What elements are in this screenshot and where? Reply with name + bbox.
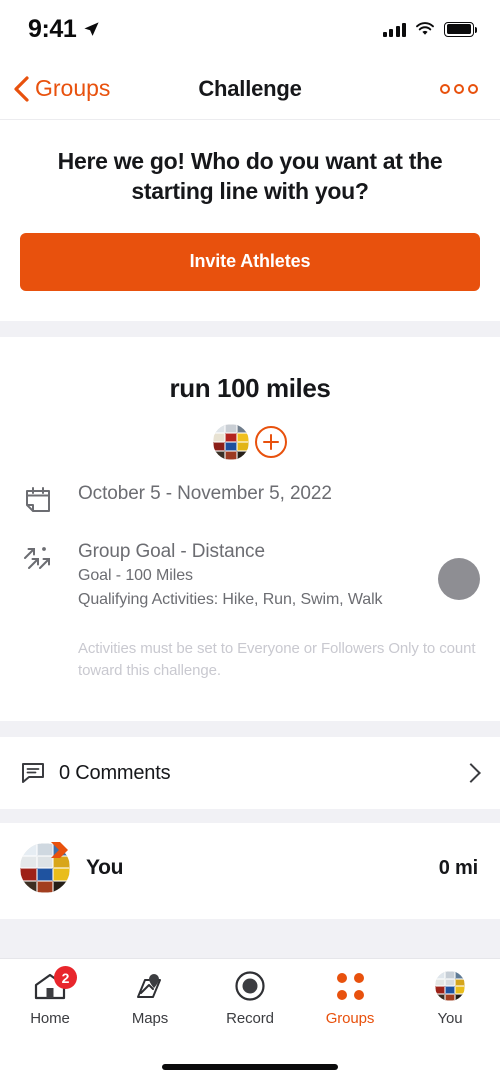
challenge-title: run 100 miles xyxy=(169,372,331,403)
group-progress-circle xyxy=(438,557,480,600)
tab-record-label: Record xyxy=(226,1010,274,1027)
status-bar: 9:41 xyxy=(0,0,500,58)
add-member-button[interactable] xyxy=(255,425,287,458)
record-icon xyxy=(234,969,266,1003)
tab-maps[interactable]: Maps xyxy=(100,969,200,1027)
app-screen: 9:41 Groups Challenge Here we go! Who do… xyxy=(0,0,500,1080)
challenge-qualifying-activities: Qualifying Activities: Hike, Run, Swim, … xyxy=(78,591,383,609)
challenge-dates-body: October 5 - November 5, 2022 xyxy=(78,482,480,507)
tab-you-label: You xyxy=(437,1010,463,1027)
groups-dots-icon xyxy=(336,969,364,1003)
user-avatar-wrapper[interactable] xyxy=(20,842,70,893)
navigation-bar: Groups Challenge xyxy=(0,58,500,120)
status-bar-right xyxy=(382,21,478,37)
home-badge: 2 xyxy=(54,966,77,989)
more-options-icon[interactable] xyxy=(440,83,478,94)
challenge-goal-body: Group Goal - Distance Goal - 100 Miles Q… xyxy=(78,540,480,613)
challenge-detail-row-goal: Group Goal - Distance Goal - 100 Miles Q… xyxy=(20,540,480,613)
chevron-badge-icon xyxy=(51,842,68,858)
chevron-right-icon[interactable] xyxy=(461,763,481,783)
home-indicator-area xyxy=(0,1054,500,1080)
goal-arrows-icon xyxy=(20,540,56,576)
map-pin-icon xyxy=(133,969,167,1003)
chevron-left-icon xyxy=(14,75,29,102)
leaderboard-name: You xyxy=(86,856,124,879)
invite-headline: Here we go! Who do you want at the start… xyxy=(57,148,443,205)
tab-bar: 2 Home Maps Record Groups You xyxy=(0,958,500,1054)
challenge-section: run 100 miles October 5 - November 5, 20… xyxy=(0,336,500,721)
challenge-detail-row-dates: October 5 - November 5, 2022 xyxy=(20,482,480,518)
challenge-members xyxy=(0,423,500,460)
status-bar-left: 9:41 xyxy=(28,15,100,44)
comment-bubble-icon xyxy=(22,763,44,783)
tab-profile-avatar xyxy=(435,971,465,1001)
back-button-label: Groups xyxy=(35,75,111,101)
battery-full-icon xyxy=(444,21,478,37)
section-divider xyxy=(0,320,500,337)
leaderboard-value: 0 mi xyxy=(438,856,478,879)
invite-athletes-button[interactable]: Invite Athletes xyxy=(20,232,480,291)
tab-maps-label: Maps xyxy=(131,1010,169,1027)
content-bottom-spacer xyxy=(0,919,500,958)
location-arrow-icon xyxy=(84,21,100,36)
calendar-icon xyxy=(20,482,56,518)
section-divider-2 xyxy=(0,721,500,737)
comments-left: 0 Comments xyxy=(20,761,171,785)
challenge-disclaimer: Activities must be set to Everyone or Fo… xyxy=(78,640,476,679)
comments-label: 0 Comments xyxy=(59,761,171,784)
profile-avatar-icon xyxy=(435,969,465,1003)
challenge-goal-amount: Goal - 100 Miles xyxy=(78,567,193,585)
invite-section: Here we go! Who do you want at the start… xyxy=(0,120,500,321)
tab-home[interactable]: 2 Home xyxy=(0,966,100,1027)
cube-avatar-image xyxy=(213,423,249,460)
status-time: 9:41 xyxy=(28,14,77,43)
tab-groups[interactable]: Groups xyxy=(300,969,400,1027)
tab-record[interactable]: Record xyxy=(200,969,300,1027)
challenge-member-avatar[interactable] xyxy=(213,423,249,460)
cellular-signal-icon xyxy=(382,22,406,37)
home-icon: 2 xyxy=(33,966,77,1003)
section-divider-3 xyxy=(0,809,500,823)
tab-home-label: Home xyxy=(30,1010,70,1027)
cube-avatar-image xyxy=(435,971,465,1001)
back-button[interactable]: Groups xyxy=(12,75,110,103)
wifi-icon xyxy=(416,21,434,35)
home-indicator[interactable] xyxy=(162,1064,338,1070)
tab-groups-label: Groups xyxy=(325,1010,375,1027)
scroll-content: Here we go! Who do you want at the start… xyxy=(0,120,500,958)
challenge-details: October 5 - November 5, 2022 Group Goal … xyxy=(0,460,500,613)
leaderboard-row-left: You xyxy=(20,842,124,893)
tab-you[interactable]: You xyxy=(400,969,500,1027)
leaderboard-row[interactable]: You 0 mi xyxy=(0,823,500,919)
comments-row[interactable]: 0 Comments xyxy=(0,737,500,809)
challenge-goal-type: Group Goal - Distance xyxy=(78,540,265,562)
challenge-date-range: October 5 - November 5, 2022 xyxy=(78,482,332,504)
